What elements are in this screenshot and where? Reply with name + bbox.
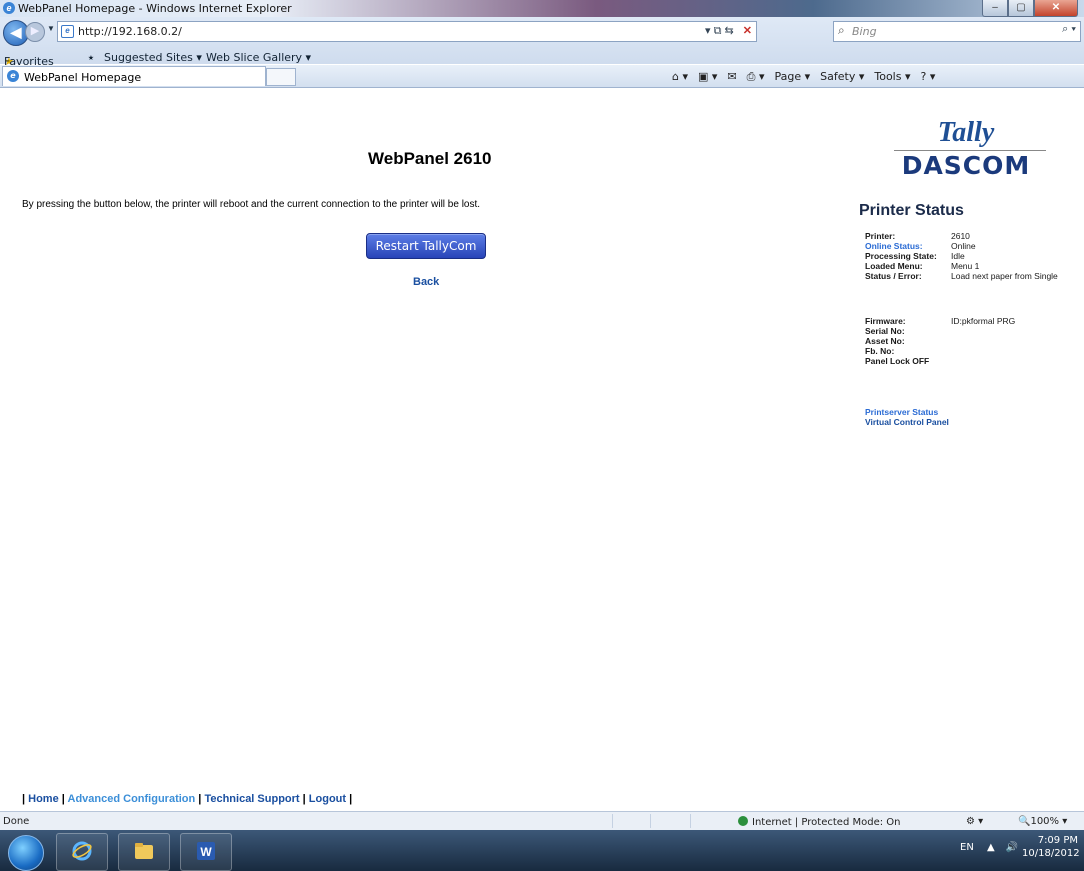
system-tray: EN ▲ 🔊 bbox=[960, 842, 1018, 853]
footer-logout-link[interactable]: Logout bbox=[309, 793, 346, 805]
window-title-bar: e WebPanel Homepage - Windows Internet E… bbox=[0, 0, 1084, 17]
protected-mode-icon[interactable]: ⚙ ▾ bbox=[966, 816, 983, 827]
status-label: Status / Error: bbox=[865, 271, 922, 281]
mail-icon[interactable]: ✉ bbox=[727, 70, 736, 84]
print-icon[interactable]: ⎙ ▾ bbox=[747, 70, 765, 84]
url-text[interactable]: http://192.168.0.2/ bbox=[78, 25, 182, 38]
footer-separator: | bbox=[61, 793, 65, 805]
favorites-link-suggested[interactable]: Suggested Sites ▾ bbox=[104, 51, 202, 64]
minimize-button[interactable]: – bbox=[982, 0, 1008, 17]
printer-status-title: Printer Status bbox=[859, 202, 964, 219]
status-value: Load next paper from Single bbox=[951, 271, 1058, 281]
taskbar-word-button[interactable]: W bbox=[180, 833, 232, 871]
feeds-icon[interactable]: ▣ ▾ bbox=[698, 70, 717, 84]
clock-date: 10/18/2012 bbox=[1022, 848, 1080, 859]
status-links: Printserver Status Virtual Control Panel bbox=[865, 407, 949, 428]
search-placeholder[interactable]: Bing bbox=[852, 25, 877, 38]
status-label: Panel Lock OFF bbox=[865, 356, 930, 366]
compat-view-icon[interactable]: ⧉ bbox=[714, 25, 722, 37]
footer-separator: | bbox=[198, 793, 202, 805]
window-title: WebPanel Homepage - Windows Internet Exp… bbox=[18, 2, 292, 15]
footer-separator: | bbox=[302, 793, 306, 805]
folder-icon bbox=[135, 843, 153, 859]
clock-time: 7:09 PM bbox=[1037, 835, 1078, 846]
tab-webpanel[interactable]: e WebPanel Homepage bbox=[2, 66, 266, 86]
windows-taskbar: W EN ▲ 🔊 7:09 PM 10/18/2012 bbox=[0, 830, 1084, 871]
clock[interactable]: 7:09 PM 10/18/2012 bbox=[1022, 834, 1080, 860]
logo-dascom-text: DASCOM bbox=[901, 151, 1031, 180]
dropdown-icon[interactable]: ▾ bbox=[705, 25, 711, 37]
volume-icon[interactable]: 🔊 bbox=[1006, 842, 1018, 853]
zoom-level[interactable]: 🔍100% ▾ bbox=[1018, 816, 1067, 827]
show-hidden-icons-icon[interactable]: ▲ bbox=[987, 842, 995, 853]
add-favorite-icon[interactable]: ⭑ bbox=[88, 51, 94, 65]
new-tab-button[interactable] bbox=[266, 68, 296, 86]
reboot-info-text: By pressing the button below, the printe… bbox=[22, 199, 481, 210]
tab-title: WebPanel Homepage bbox=[24, 71, 142, 84]
restart-button[interactable]: Restart TallyCom bbox=[366, 233, 486, 259]
footer-separator: | bbox=[349, 793, 353, 805]
help-icon[interactable]: ? ▾ bbox=[920, 70, 935, 84]
internet-explorer-icon bbox=[72, 841, 92, 861]
logo-tally-text: Tally bbox=[937, 117, 995, 148]
command-bar: ⌂ ▾ ▣ ▾ ✉ ⎙ ▾ Page ▾ Safety ▾ Tools ▾ ? … bbox=[672, 70, 935, 84]
refresh-icon[interactable]: ⇆ bbox=[725, 25, 734, 37]
footer-home-link[interactable]: Home bbox=[28, 793, 59, 805]
page-title: WebPanel 2610 bbox=[368, 149, 492, 168]
ie-icon: e bbox=[3, 2, 15, 14]
svg-text:W: W bbox=[200, 845, 212, 859]
tools-menu[interactable]: Tools ▾ bbox=[874, 70, 910, 84]
ie-icon: e bbox=[7, 70, 19, 82]
browser-status-bar: Done Internet | Protected Mode: On ⚙ ▾ 🔍… bbox=[0, 811, 1084, 830]
search-icon: ⌕ bbox=[838, 23, 845, 37]
footer-nav: | Home | Advanced Configuration | Techni… bbox=[22, 793, 352, 805]
home-icon[interactable]: ⌂ ▾ bbox=[672, 70, 688, 84]
favorites-bar: ★ Favorites ⭑ Suggested Sites ▾ Web Slic… bbox=[4, 51, 312, 68]
globe-icon bbox=[738, 816, 748, 826]
search-go-icon[interactable]: ⌕ ▾ bbox=[1062, 23, 1076, 36]
search-box[interactable]: ⌕ Bing ⌕ ▾ bbox=[833, 21, 1081, 42]
page-icon: e bbox=[61, 25, 74, 38]
tally-dascom-logo: Tally DASCOM bbox=[885, 117, 1047, 180]
forward-arrow-icon[interactable]: ▶ bbox=[25, 22, 45, 42]
footer-advanced-link[interactable]: Advanced Configuration bbox=[68, 793, 196, 805]
tab-bar: e WebPanel Homepage ⌂ ▾ ▣ ▾ ✉ ⎙ ▾ Page ▾… bbox=[0, 65, 1084, 88]
safety-menu[interactable]: Safety ▾ bbox=[820, 70, 864, 84]
status-divider bbox=[650, 814, 651, 828]
address-bar[interactable]: e http://192.168.0.2/ ▾ ⧉ ⇆ ✕ bbox=[57, 21, 757, 42]
footer-support-link[interactable]: Technical Support bbox=[204, 793, 299, 805]
status-text: Done bbox=[3, 816, 30, 827]
back-link[interactable]: Back bbox=[413, 276, 439, 288]
favorites-link-webslice[interactable]: Web Slice Gallery ▾ bbox=[206, 51, 311, 64]
taskbar-ie-button[interactable] bbox=[56, 833, 108, 871]
status-divider bbox=[612, 814, 613, 828]
page-menu[interactable]: Page ▾ bbox=[774, 70, 810, 84]
close-button[interactable]: ✕ bbox=[1034, 0, 1078, 17]
security-zone[interactable]: Internet | Protected Mode: On bbox=[738, 816, 900, 828]
maximize-button[interactable]: ▢ bbox=[1008, 0, 1034, 17]
word-icon: W bbox=[197, 842, 215, 860]
status-divider bbox=[690, 814, 691, 828]
page-content: WebPanel 2610 By pressing the button bel… bbox=[0, 88, 1084, 810]
start-button-icon[interactable] bbox=[8, 835, 44, 871]
address-controls: ▾ ⧉ ⇆ ✕ bbox=[705, 24, 752, 38]
language-indicator[interactable]: EN bbox=[960, 842, 974, 853]
stop-icon[interactable]: ✕ bbox=[743, 25, 752, 37]
footer-separator: | bbox=[22, 793, 26, 805]
status-value: Online bbox=[951, 241, 976, 251]
history-dropdown-icon[interactable]: ▼ bbox=[47, 24, 55, 33]
virtual-control-panel-link[interactable]: Virtual Control Panel bbox=[865, 417, 949, 428]
taskbar-explorer-button[interactable] bbox=[118, 833, 170, 871]
status-value: ID:pkformal PRG bbox=[951, 316, 1016, 326]
